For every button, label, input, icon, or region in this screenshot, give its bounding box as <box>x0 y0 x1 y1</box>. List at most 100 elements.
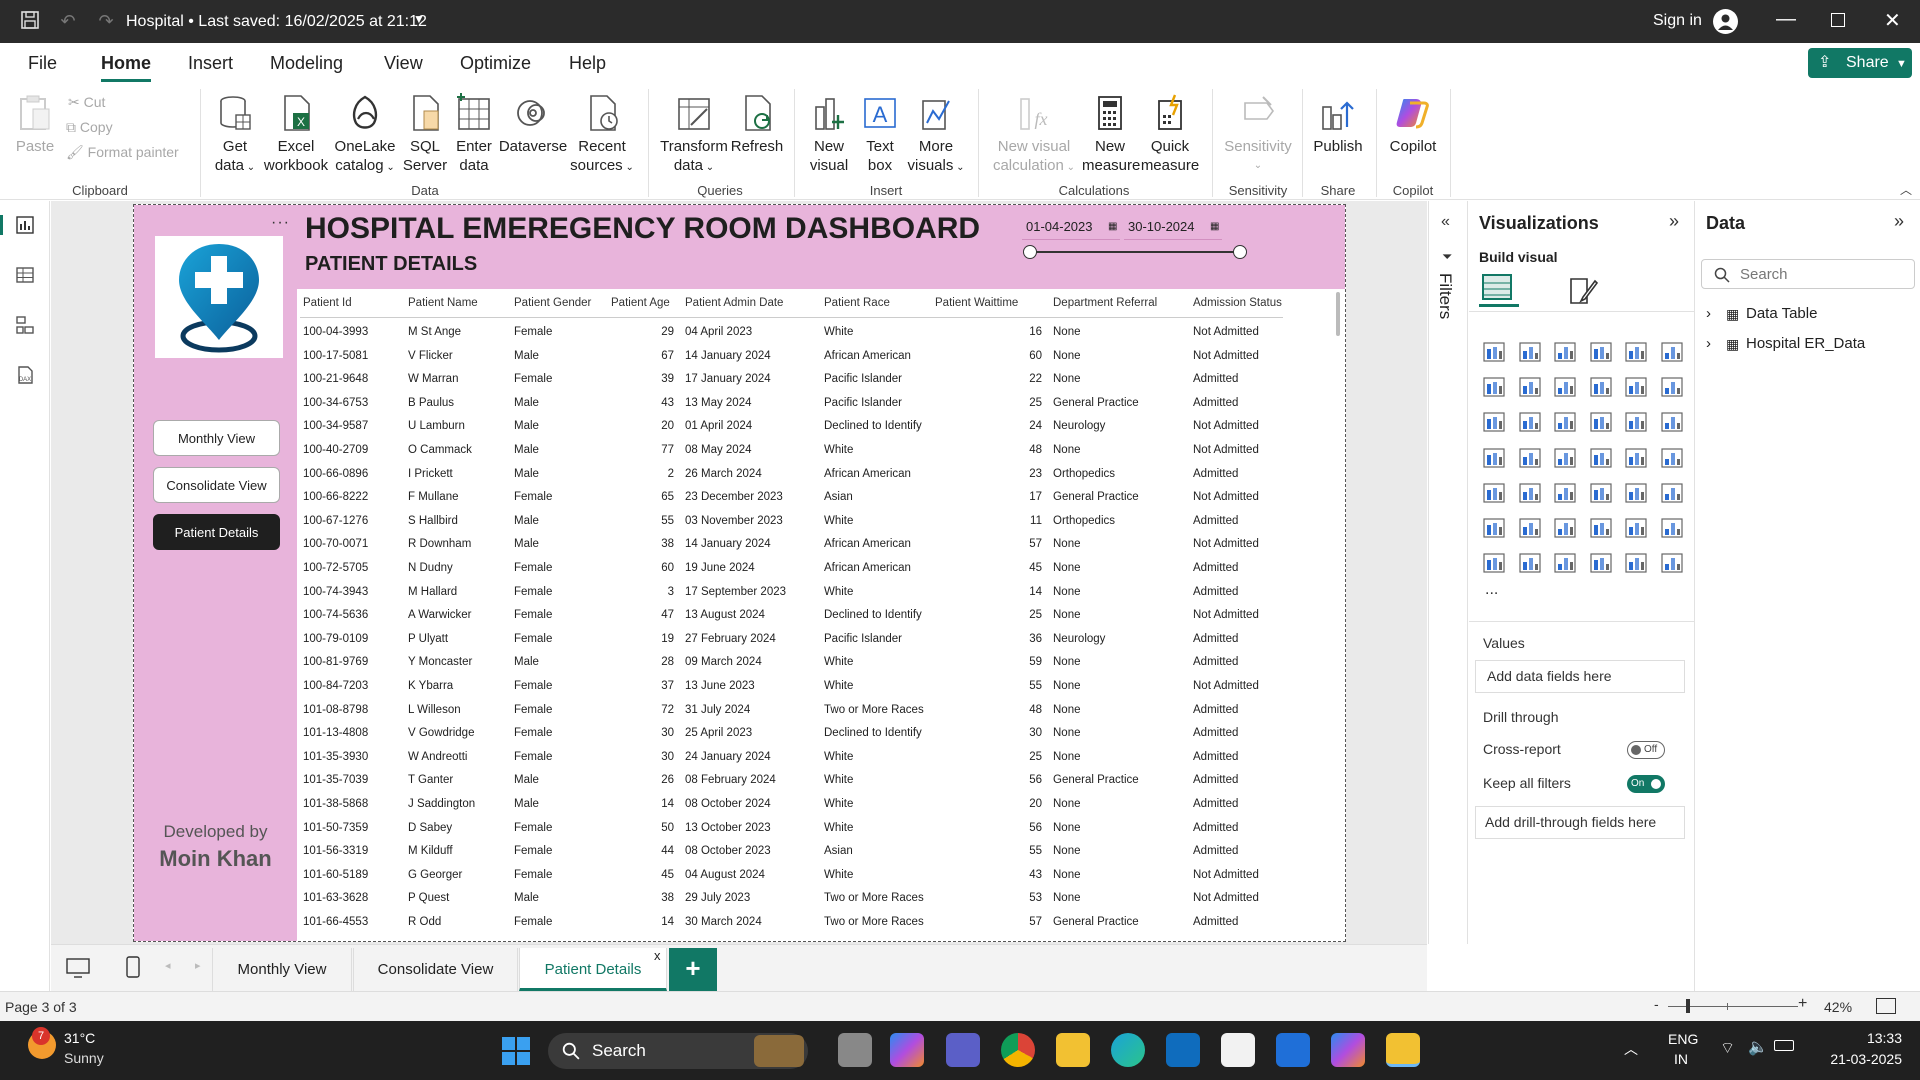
qa-icon[interactable] <box>1588 515 1614 541</box>
maximize-icon[interactable] <box>1831 13 1845 27</box>
gauge-icon[interactable] <box>1623 445 1649 471</box>
table-row[interactable]: 100-66-8222 F Mullane Female 65 23 December … <box>300 486 1280 510</box>
kpi-icon[interactable] <box>1517 480 1543 506</box>
table-visual-icon[interactable] <box>1588 480 1614 506</box>
column-header[interactable]: Admission Status <box>1193 297 1282 309</box>
decomposition-tree-icon[interactable] <box>1552 515 1578 541</box>
date-to-input[interactable]: 30-10-2024 ▦ <box>1124 214 1222 240</box>
clustered-column-chart-icon[interactable] <box>1588 339 1614 365</box>
map-icon[interactable] <box>1517 445 1543 471</box>
copilot-m365-icon[interactable] <box>1331 1033 1365 1067</box>
zoom-out-button[interactable]: - <box>1654 996 1659 1012</box>
date-from-input[interactable]: 01-04-2023 ▦ <box>1022 214 1120 240</box>
undo-icon[interactable]: ↶ <box>56 9 80 33</box>
keep-all-filters-toggle[interactable]: On <box>1627 775 1665 793</box>
table-row[interactable]: 100-21-9648 W Marran Female 39 17 January 20… <box>300 368 1280 392</box>
collapse-pane-icon[interactable]: » <box>1894 211 1904 232</box>
filters-pane-collapsed[interactable]: « ⏷ Filters <box>1428 201 1468 944</box>
task-view-icon[interactable] <box>838 1033 872 1067</box>
weather-temp[interactable]: 31°C <box>64 1030 95 1046</box>
add-page-button[interactable]: + <box>669 948 717 991</box>
tab-help[interactable]: Help <box>569 53 606 74</box>
file-explorer-icon[interactable] <box>1056 1033 1090 1067</box>
100-percent-area-chart-icon[interactable] <box>1588 374 1614 400</box>
next-page-icon[interactable]: ▸ <box>195 959 201 972</box>
cut-button[interactable]: ✂ Cut <box>68 94 105 111</box>
tab-optimize[interactable]: Optimize <box>460 53 531 74</box>
quick-measure-button[interactable]: Quick measure <box>1138 93 1202 175</box>
close-icon[interactable]: ✕ <box>1884 8 1901 33</box>
copilot-app-icon[interactable] <box>890 1033 924 1067</box>
drill-through-well[interactable]: Add drill-through fields here <box>1475 806 1685 839</box>
line-chart-icon[interactable] <box>1481 374 1507 400</box>
100-percent-column-chart-icon[interactable] <box>1659 339 1685 365</box>
dataverse-button[interactable]: Dataverse <box>498 93 568 156</box>
data-search-input[interactable]: Search <box>1701 259 1915 289</box>
r-visual-icon[interactable] <box>1659 480 1685 506</box>
table-row[interactable]: 101-08-8798 L Willeson Female 72 31 July 202… <box>300 699 1280 723</box>
text-box-button[interactable]: A Text box <box>856 93 904 175</box>
microsoft-store-icon[interactable] <box>1221 1033 1255 1067</box>
more-visuals-icon[interactable]: ... <box>1485 581 1498 599</box>
key-influencers-icon[interactable] <box>1517 515 1543 541</box>
language-code[interactable]: ENG <box>1668 1031 1698 1047</box>
report-view-icon[interactable] <box>14 214 36 236</box>
file-title[interactable]: Hospital • Last saved: 16/02/2025 at 21:… <box>126 13 427 31</box>
new-measure-button[interactable]: New measure <box>1082 93 1140 175</box>
hospital-er-data-node[interactable]: › ▦ Hospital ER_Data <box>1706 335 1906 357</box>
page-tab-patient-details[interactable]: Patient Details x <box>519 948 667 991</box>
format-painter-button[interactable]: 🖌 Format painter <box>66 144 179 161</box>
windows-start-icon[interactable] <box>501 1036 531 1066</box>
table-row[interactable]: 100-66-0896 I Prickett Male 2 26 March 2024 A… <box>300 463 1280 487</box>
cross-report-toggle[interactable]: Off <box>1627 741 1665 759</box>
sign-in-button[interactable]: Sign in <box>1653 12 1702 30</box>
table-row[interactable]: 101-50-7359 D Sabey Female 50 13 October 202… <box>300 817 1280 841</box>
power-bi-icon[interactable] <box>1386 1033 1420 1067</box>
table-row[interactable]: 100-04-3993 M St Ange Female 29 04 April 202… <box>300 321 1280 345</box>
table-row[interactable]: 101-38-5868 J Saddington Male 14 08 October … <box>300 793 1280 817</box>
table-row[interactable]: 100-81-9769 Y Moncaster Male 28 09 March 202… <box>300 651 1280 675</box>
new-visual-calculation-button[interactable]: fx New visual calculation ⌄ <box>986 93 1082 177</box>
column-header[interactable]: Patient Id <box>303 297 352 309</box>
taskbar-search-box[interactable]: Search <box>548 1033 808 1069</box>
treemap-icon[interactable] <box>1481 445 1507 471</box>
previous-page-icon[interactable]: ◂ <box>165 959 171 972</box>
donut-chart-icon[interactable] <box>1659 409 1685 435</box>
table-view-icon[interactable] <box>14 264 36 286</box>
desktop-layout-icon[interactable] <box>65 957 91 978</box>
account-icon[interactable] <box>1713 9 1738 34</box>
table-scrollbar[interactable] <box>1336 292 1340 336</box>
close-page-icon[interactable]: x <box>654 934 661 977</box>
scatter-chart-icon[interactable] <box>1588 409 1614 435</box>
stacked-column-chart-icon[interactable] <box>1517 339 1543 365</box>
filled-map-icon[interactable] <box>1552 445 1578 471</box>
volume-icon[interactable]: 🔈 <box>1748 1037 1768 1057</box>
table-row[interactable]: 100-67-1276 S Hallbird Male 55 03 November 2… <box>300 510 1280 534</box>
table-row[interactable]: 101-66-4553 R Odd Female 14 30 March 2024 Two… <box>300 911 1280 935</box>
excel-workbook-button[interactable]: X Excel workbook <box>262 93 330 175</box>
edge-icon[interactable] <box>1111 1033 1145 1067</box>
data-table-node[interactable]: › ▦ Data Table <box>1706 305 1906 327</box>
column-header[interactable]: Patient Name <box>408 297 478 309</box>
show-hidden-icons[interactable]: ︿ <box>1624 1039 1638 1059</box>
clustered-bar-chart-icon[interactable] <box>1552 339 1578 365</box>
tab-home[interactable]: Home <box>101 53 152 82</box>
card-icon[interactable] <box>1659 445 1685 471</box>
table-row[interactable]: 100-34-9587 U Lamburn Male 20 01 April 2024 D… <box>300 415 1280 439</box>
funnel-chart-icon[interactable] <box>1552 409 1578 435</box>
table-row[interactable]: 100-40-2709 O Cammack Male 77 08 May 2024 Whi… <box>300 439 1280 463</box>
nav-consolidate-view-button[interactable]: Consolidate View <box>153 467 280 503</box>
table-row[interactable]: 100-72-5705 N Dudny Female 60 19 June 2024 Af… <box>300 557 1280 581</box>
transform-data-button[interactable]: Transform data ⌄ <box>656 93 732 177</box>
more-chevron-icon[interactable] <box>1659 550 1685 576</box>
page-tab-consolidate-view[interactable]: Consolidate View <box>353 948 518 991</box>
power-apps-icon[interactable] <box>1588 550 1614 576</box>
ribbon-chart-icon[interactable] <box>1481 409 1507 435</box>
table-row[interactable]: 101-60-5189 G Georger Female 45 04 August 20… <box>300 864 1280 888</box>
azure-map-icon[interactable] <box>1588 445 1614 471</box>
publish-button[interactable]: Publish <box>1308 93 1368 156</box>
chrome-icon[interactable] <box>1001 1033 1035 1067</box>
tab-modeling[interactable]: Modeling <box>270 53 343 74</box>
collapse-pane-icon[interactable]: » <box>1669 211 1679 232</box>
get-data-button[interactable]: Get data ⌄ <box>208 93 262 177</box>
